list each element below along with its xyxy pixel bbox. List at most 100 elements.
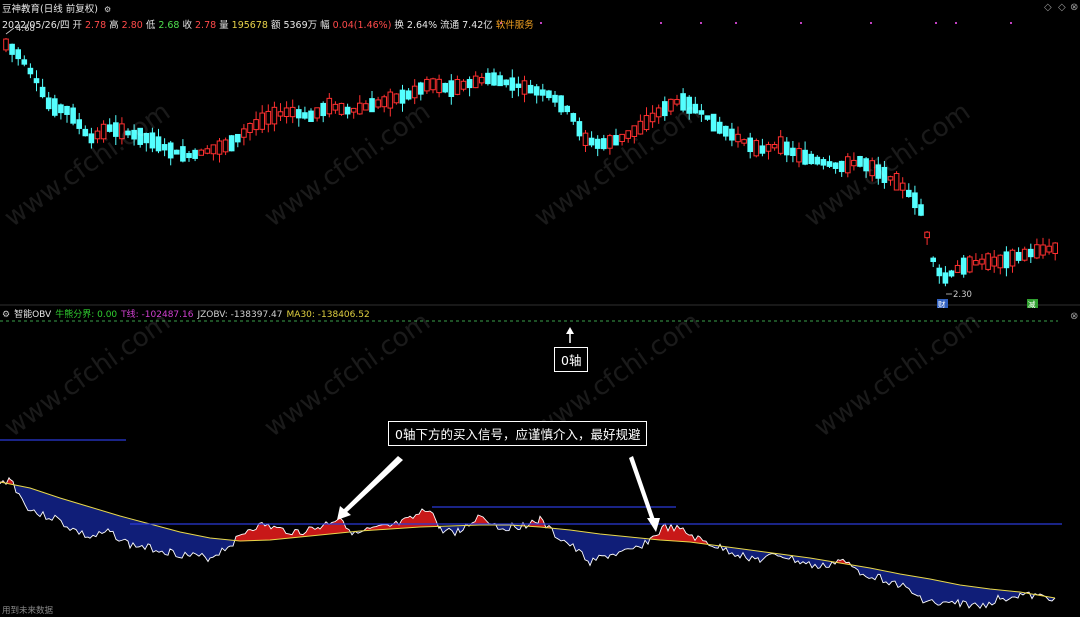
candle-body (924, 231, 930, 239)
candle-body (753, 140, 760, 157)
candle-body (1003, 251, 1010, 269)
software-service-link[interactable]: 软件服务 (496, 20, 534, 31)
candle-body (76, 119, 83, 129)
candle-body (39, 86, 46, 98)
turnover-value: 2.64% (406, 20, 438, 31)
candle-body (167, 142, 174, 159)
candle-body (765, 144, 772, 152)
candle-body (155, 136, 162, 152)
volume-value: 195678 (231, 20, 268, 31)
obv-fill (175, 530, 180, 558)
obv-fill (247, 529, 251, 541)
obv-fill (962, 585, 967, 603)
candle-body (448, 80, 455, 97)
obv-fill (109, 512, 114, 532)
candle-body (930, 257, 937, 263)
buy-signal-callout: 0轴下方的买入信号，应谨慎介入，最好规避 (388, 421, 648, 446)
obv-fill (294, 529, 299, 538)
candle-body (466, 79, 473, 89)
obv-fill (124, 517, 129, 542)
candle-body (302, 112, 308, 119)
candle-body (198, 149, 204, 156)
candle-body (192, 149, 198, 159)
obv-fill (84, 505, 89, 538)
candle-body (729, 128, 735, 141)
stock-title[interactable]: 豆神教育(日线 前复权) (2, 4, 98, 15)
candle-body (948, 270, 955, 277)
obv-fill (138, 520, 143, 548)
obv-fill (161, 526, 166, 556)
candle-body (533, 86, 540, 96)
event-marker (870, 22, 872, 24)
candle-body (3, 38, 9, 51)
candle-body (832, 162, 839, 169)
candle-body (387, 91, 394, 109)
obv-fill (601, 533, 606, 557)
obv-fill (971, 586, 976, 605)
event-marker (540, 22, 542, 24)
obv-fill (147, 523, 151, 545)
obv-fill (209, 537, 214, 559)
candle-body (997, 254, 1004, 269)
close-icon[interactable]: ⊗ (1070, 2, 1078, 13)
obv-fill (45, 492, 50, 520)
obv-fill (891, 572, 896, 582)
candle-body (521, 80, 528, 95)
candle-body (918, 204, 924, 216)
candle-body (241, 128, 247, 138)
obv-fill (817, 559, 821, 569)
candle-body (991, 256, 998, 267)
candle-body (186, 153, 192, 159)
candle-body (613, 135, 619, 146)
candle-body (1034, 244, 1040, 259)
indicator-name[interactable]: 智能OBV (14, 310, 51, 320)
candle-body (45, 97, 52, 110)
candle-body (704, 115, 711, 120)
obv-fill (30, 487, 35, 512)
obv-fill (925, 578, 930, 603)
jzobv-label: JZOBV: -138397.47 (197, 310, 283, 320)
indicator-settings-icon[interactable]: ⚙ (2, 310, 10, 320)
obv-fill (942, 581, 947, 603)
restore-icon[interactable]: ◇ (1044, 2, 1052, 13)
high-value: 2.80 (121, 20, 143, 31)
low-value: 2.68 (158, 20, 180, 31)
obv-fill (922, 577, 927, 604)
maximize-icon[interactable]: ◇ (1058, 2, 1066, 13)
obv-fill (249, 529, 254, 541)
obv-fill (612, 535, 617, 557)
obv-fill (72, 501, 77, 530)
obv-fill (178, 531, 183, 559)
candle-body (64, 105, 70, 115)
amount-value: 5369万 (283, 20, 318, 31)
badge-jian[interactable]: 减 (1028, 299, 1036, 309)
obv-fill (69, 500, 74, 531)
obv-fill (212, 538, 217, 558)
candle-body (1021, 248, 1028, 261)
obv-fill (575, 530, 580, 552)
obv-fill (36, 489, 41, 518)
obv-fill (584, 531, 589, 562)
obv-fill (505, 524, 510, 531)
badge-cai[interactable]: 财 (938, 299, 946, 309)
candle-body (21, 59, 28, 65)
close-value: 2.78 (195, 20, 217, 31)
candle-body (9, 43, 15, 55)
candle-body (564, 105, 571, 113)
candle-body (381, 96, 387, 108)
settings-icon[interactable]: ⚙ (104, 5, 111, 14)
candle-body (552, 94, 558, 103)
obv-fill (273, 525, 278, 540)
obv-fill (164, 527, 169, 556)
obv-fill (868, 567, 873, 579)
obv-fill (1011, 590, 1016, 598)
candle-body (710, 113, 717, 132)
candle-body (460, 80, 467, 90)
candle-body (436, 78, 442, 94)
indicator-close-icon[interactable]: ⊗ (1070, 311, 1078, 322)
candle-body (838, 160, 845, 173)
event-marker (935, 22, 937, 24)
indicator-info-bar: ⚙ 智能OBV 牛熊分界: 0.00 T线: -102487.16 JZOBV: -13… (2, 308, 374, 322)
open-value: 2.78 (84, 20, 107, 31)
candle-body (808, 153, 815, 165)
